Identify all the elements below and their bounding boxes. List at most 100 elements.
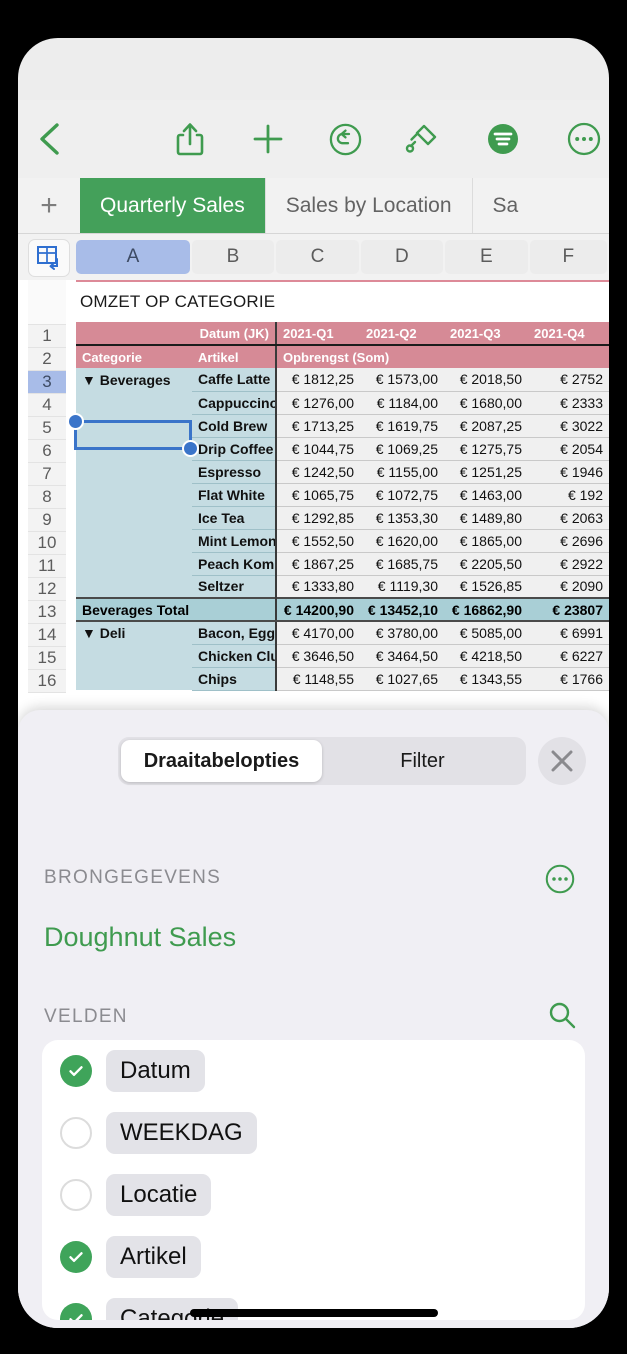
row-number[interactable]: 6 [28,440,66,463]
column-header-b[interactable]: B [191,240,275,274]
header-blank[interactable] [76,322,192,346]
cell-q2[interactable]: € 1072,75 [360,483,444,507]
checkbox-unchecked-icon[interactable] [60,1179,92,1211]
table-row[interactable]: ▼ DeliBacon, Egg, Cheese€ 4170,00€ 3780,… [76,621,609,645]
table-row[interactable]: Peach Kombucha€ 1867,25€ 1685,75€ 2205,5… [76,552,609,576]
cell-artikel[interactable]: Caffe Latte [192,368,276,392]
cell-artikel[interactable]: Ice Tea [192,506,276,530]
row-number[interactable]: 1 [28,325,66,348]
row-number[interactable]: 10 [28,532,66,555]
cell-q3[interactable]: € 1343,55 [444,667,528,691]
header-categorie[interactable]: Categorie [76,345,192,368]
cell-q2[interactable]: € 1184,00 [360,391,444,415]
cell-q4[interactable]: € 2063 [528,506,609,530]
cell-q3[interactable]: € 2018,50 [444,368,528,392]
cell-q3[interactable]: € 1865,00 [444,529,528,553]
cell-q4[interactable]: € 1946 [528,460,609,484]
source-more-circle-icon[interactable] [545,864,575,899]
cell-categorie[interactable] [76,414,192,437]
field-list-item[interactable]: Locatie [42,1164,585,1226]
cell-q4[interactable]: € 2922 [528,552,609,576]
table-total-row[interactable]: Beverages Total € 14200,90 € 13452,10 € 168… [76,597,609,622]
table-row[interactable]: Cappuccino € 1276,00 € 1184,00 € 1680,00 € 2… [76,391,609,415]
cell-categorie[interactable] [76,391,192,414]
search-icon[interactable] [547,1000,577,1035]
row-number[interactable]: 14 [28,624,66,647]
cell-q3[interactable]: € 2205,50 [444,552,528,576]
cell-artikel[interactable]: Cappuccino [192,391,276,415]
cell-q2[interactable]: € 1619,75 [360,414,444,438]
table-row[interactable]: Chips € 1148,55 € 1027,65 € 1343,55 € 1766 [76,667,609,691]
cell-artikel[interactable]: Bacon, Egg, Cheese [192,621,276,645]
cell-categorie[interactable] [76,460,192,483]
cell-q3[interactable]: € 5085,00 [444,621,528,645]
column-header-f[interactable]: F [529,240,608,274]
cell-q1[interactable]: € 1065,75 [275,483,360,507]
header-quarter[interactable]: 2021-Q3 [444,322,528,346]
cell-q1[interactable]: € 1044,75 [275,437,360,461]
cell-q3[interactable]: € 1680,00 [444,391,528,415]
column-header-d[interactable]: D [360,240,444,274]
cell-q4[interactable]: € 192 [528,483,609,507]
share-icon[interactable] [160,109,220,169]
cell-categorie[interactable] [76,644,192,667]
checkbox-checked-icon[interactable] [60,1055,92,1087]
cell-categorie[interactable] [76,483,192,506]
table-row[interactable]: Flat White € 1065,75 € 1072,75 € 1463,00 € 1… [76,483,609,507]
table-row[interactable]: Drip Coffee € 1044,75 € 1069,25 € 1275,75 € … [76,437,609,461]
cell-total-q1[interactable]: € 14200,90 [275,597,360,622]
row-number[interactable]: 9 [28,509,66,532]
row-number[interactable]: 5 [28,417,66,440]
cell-q3[interactable]: € 1251,25 [444,460,528,484]
cell-q4[interactable]: € 2752 [528,368,609,392]
cell-artikel[interactable]: Chips [192,667,276,691]
header-opbrengst[interactable]: Opbrengst (Som) [275,345,609,368]
cell-q3[interactable]: € 1526,85 [444,575,528,599]
cell-artikel[interactable]: Flat White [192,483,276,507]
cell-q1[interactable]: € 1276,00 [275,391,360,415]
table-row[interactable]: Espresso € 1242,50 € 1155,00 € 1251,25 € 194… [76,460,609,484]
cell-q1[interactable]: € 3646,50 [275,644,360,668]
cell-q4[interactable]: € 2696 [528,529,609,553]
header-artikel[interactable]: Artikel [192,345,276,368]
cell-q2[interactable]: € 1685,75 [360,552,444,576]
header-quarter[interactable]: 2021-Q4 [528,322,609,346]
cell-q1[interactable]: € 1242,50 [275,460,360,484]
organize-icon[interactable] [473,109,533,169]
cell-q4[interactable]: € 2054 [528,437,609,461]
cell-categorie[interactable] [76,575,192,598]
table-row[interactable]: Seltzer € 1333,80 € 1119,30 € 1526,85 € 2090 [76,575,609,599]
cell-q4[interactable]: € 2333 [528,391,609,415]
cell-q4[interactable]: € 1766 [528,667,609,691]
row-number[interactable]: 16 [28,670,66,693]
cell-q4[interactable]: € 6991 [528,621,609,645]
sheet-tab-sales-by-location[interactable]: Sales by Location [264,178,472,233]
cell-q3[interactable]: € 1275,75 [444,437,528,461]
cell-q1[interactable]: € 1333,80 [275,575,360,599]
cell-q4[interactable]: € 6227 [528,644,609,668]
cell-artikel[interactable]: Seltzer [192,575,276,599]
cell-artikel[interactable]: Drip Coffee [192,437,276,461]
cell-q2[interactable]: € 1573,00 [360,368,444,392]
add-sheet-button[interactable]: + [18,178,80,233]
checkbox-checked-icon[interactable] [60,1241,92,1273]
cell-q4[interactable]: € 2090 [528,575,609,599]
cell-categorie[interactable]: ▼ Deli [76,621,192,644]
cell-categorie[interactable] [76,667,192,690]
tab-filter[interactable]: Filter [322,740,523,782]
cell-total-q2[interactable]: € 13452,10 [360,597,444,622]
cell-q1[interactable]: € 1713,25 [275,414,360,438]
cell-categorie[interactable] [76,506,192,529]
field-list-item[interactable]: Artikel [42,1226,585,1288]
cell-total-q4[interactable]: € 23807 [528,597,609,622]
row-number[interactable]: 2 [28,348,66,371]
header-quarter[interactable]: 2021-Q1 [275,322,360,346]
row-number[interactable]: 7 [28,463,66,486]
more-circle-icon[interactable] [554,109,609,169]
row-number[interactable]: 13 [28,601,66,624]
cell-q1[interactable]: € 1148,55 [275,667,360,691]
cell-q2[interactable]: € 1027,65 [360,667,444,691]
table-row[interactable]: Ice Tea € 1292,85 € 1353,30 € 1489,80 € 2063 [76,506,609,530]
cell-artikel[interactable]: Espresso [192,460,276,484]
sheet-tab-third[interactable]: Sa [471,178,539,233]
